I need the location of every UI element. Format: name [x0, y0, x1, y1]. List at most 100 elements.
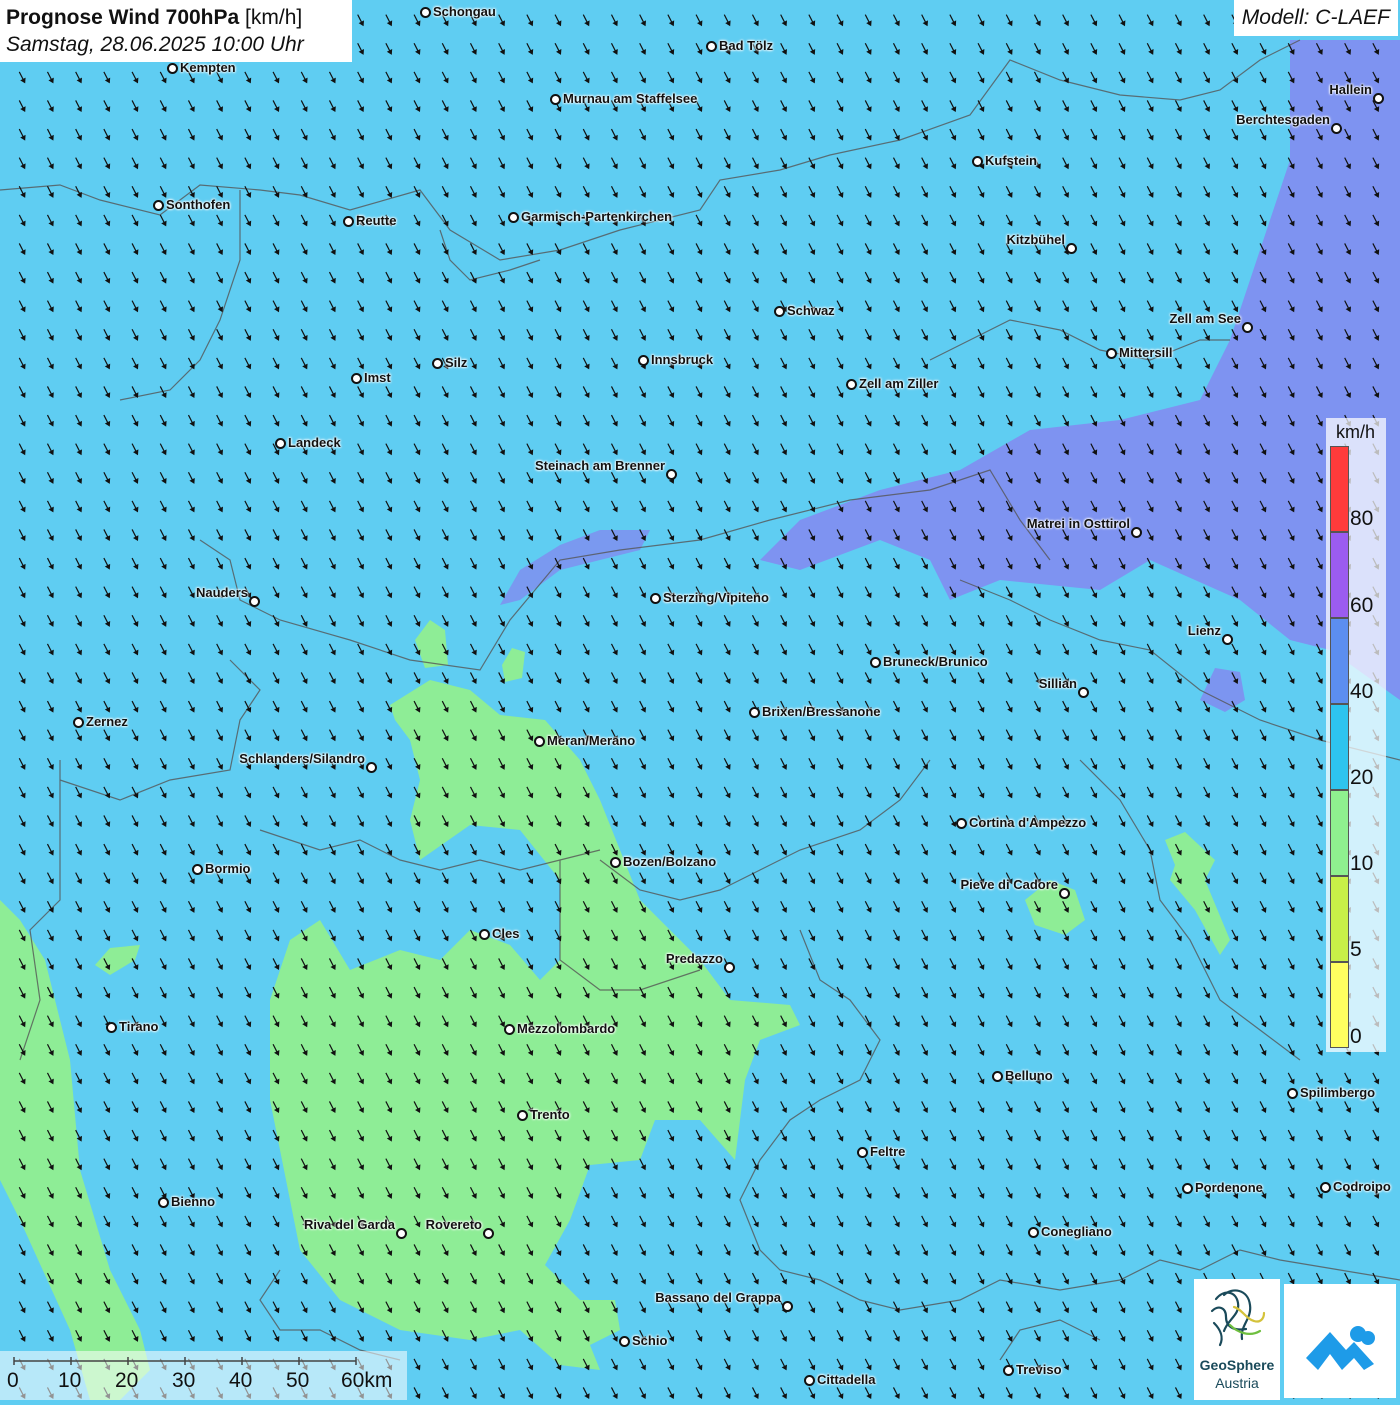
scale-label: 20 [115, 1369, 139, 1392]
city-marker [749, 707, 760, 718]
legend-tick: 60 [1350, 594, 1374, 617]
scale-label: 60km [341, 1369, 393, 1392]
city-marker [192, 864, 203, 875]
city-marker [610, 857, 621, 868]
city-label: Trento [530, 1107, 570, 1122]
city-marker [1331, 123, 1342, 134]
city-marker [249, 596, 260, 607]
legend-tick: 0 [1350, 1025, 1362, 1048]
legend-swatch [1330, 618, 1349, 704]
city-marker [550, 94, 561, 105]
city-label: Lienz [1187, 623, 1221, 638]
city-label: Kufstein [985, 153, 1037, 168]
city-marker [1003, 1365, 1014, 1376]
scale-label: 10 [58, 1369, 82, 1392]
legend-unit: km/h [1336, 422, 1376, 442]
city-marker [517, 1110, 528, 1121]
legend-tick: 5 [1350, 938, 1362, 961]
city-label: Sillian [1038, 676, 1077, 691]
city-label: Cles [492, 926, 520, 941]
city-marker [706, 41, 717, 52]
city-label: Sterzing/Vipiteno [663, 590, 769, 605]
scale-label: 30 [172, 1369, 196, 1392]
city-marker [724, 962, 735, 973]
color-legend: km/h 80 60 40 20 10 5 0 [1326, 418, 1386, 1052]
city-marker [1078, 687, 1089, 698]
title-unit: [km/h] [245, 6, 303, 29]
city-marker [396, 1228, 407, 1239]
title-text: Prognose Wind 700hPa [6, 6, 240, 29]
city-marker [504, 1024, 515, 1035]
city-label: Steinach am Brenner [534, 458, 665, 473]
scale-label: 0 [7, 1369, 19, 1392]
model-label: Modell: C-LAEF [1233, 0, 1398, 36]
city-marker [650, 593, 661, 604]
city-label: Meran/Merano [547, 733, 636, 748]
city-marker [420, 7, 431, 18]
app-logo[interactable] [1284, 1284, 1396, 1398]
city-marker [619, 1336, 630, 1347]
city-marker [167, 63, 178, 74]
legend-tick: 10 [1350, 852, 1374, 875]
city-marker [857, 1147, 868, 1158]
city-label: Mittersill [1119, 345, 1173, 360]
city-label: Bienno [171, 1194, 216, 1209]
city-marker [1131, 527, 1142, 538]
legend-tick: 80 [1350, 507, 1374, 530]
city-marker [106, 1022, 117, 1033]
legend-swatch [1330, 446, 1349, 532]
city-label: Kitzbühel [1006, 232, 1066, 247]
city-marker [666, 469, 677, 480]
city-marker [508, 212, 519, 223]
city-label: Treviso [1016, 1362, 1062, 1377]
city-label: Matrei in Osttirol [1026, 516, 1130, 531]
city-label: Schlanders/Silandro [239, 751, 365, 766]
city-label: Kempten [180, 60, 236, 75]
city-label: Innsbruck [651, 352, 714, 367]
city-label: Mezzolombardo [517, 1021, 616, 1036]
city-marker [483, 1228, 494, 1239]
city-marker [804, 1375, 815, 1386]
city-label: Schwaz [787, 303, 835, 318]
city-label: Belluno [1005, 1068, 1053, 1083]
legend-swatch [1330, 876, 1349, 962]
city-label: Bassano del Grappa [655, 1290, 781, 1305]
city-label: Tirano [119, 1019, 159, 1034]
city-marker [1320, 1182, 1331, 1193]
city-marker [870, 657, 881, 668]
city-marker [343, 216, 354, 227]
city-marker [1028, 1227, 1039, 1238]
city-label: Pieve di Cadore [960, 877, 1058, 892]
scale-label: 40 [229, 1369, 253, 1392]
city-marker [1182, 1183, 1193, 1194]
city-marker [1066, 243, 1077, 254]
city-label: Berchtesgaden [1236, 112, 1330, 127]
city-label: Nauders [195, 585, 248, 600]
city-label: Conegliano [1041, 1224, 1112, 1239]
city-label: Schongau [433, 4, 496, 19]
title-panel: Prognose Wind 700hPa [km/h] Samstag, 28.… [0, 0, 352, 62]
city-label: Reutte [356, 213, 397, 228]
city-label: Sonthofen [166, 197, 231, 212]
city-marker [846, 379, 857, 390]
legend-swatch [1330, 532, 1349, 618]
city-label: Cittadella [817, 1372, 876, 1387]
city-marker [73, 717, 84, 728]
city-marker [479, 929, 490, 940]
city-label: Landeck [288, 435, 341, 450]
city-label: Bruneck/Brunico [883, 654, 988, 669]
city-label: Rovereto [425, 1217, 482, 1232]
legend-tick: 20 [1350, 766, 1374, 789]
city-marker [1287, 1088, 1298, 1099]
city-label: Brixen/Bressanone [762, 704, 881, 719]
geosphere-logo[interactable]: GeoSphere Austria [1194, 1279, 1280, 1400]
city-marker [1059, 888, 1070, 899]
city-marker [534, 736, 545, 747]
city-label: Imst [364, 370, 391, 385]
legend-swatch [1330, 790, 1349, 876]
city-label: Riva del Garda [303, 1217, 395, 1232]
city-marker [158, 1197, 169, 1208]
city-label: Bozen/Bolzano [623, 854, 717, 869]
city-marker [638, 355, 649, 366]
city-marker [956, 818, 967, 829]
